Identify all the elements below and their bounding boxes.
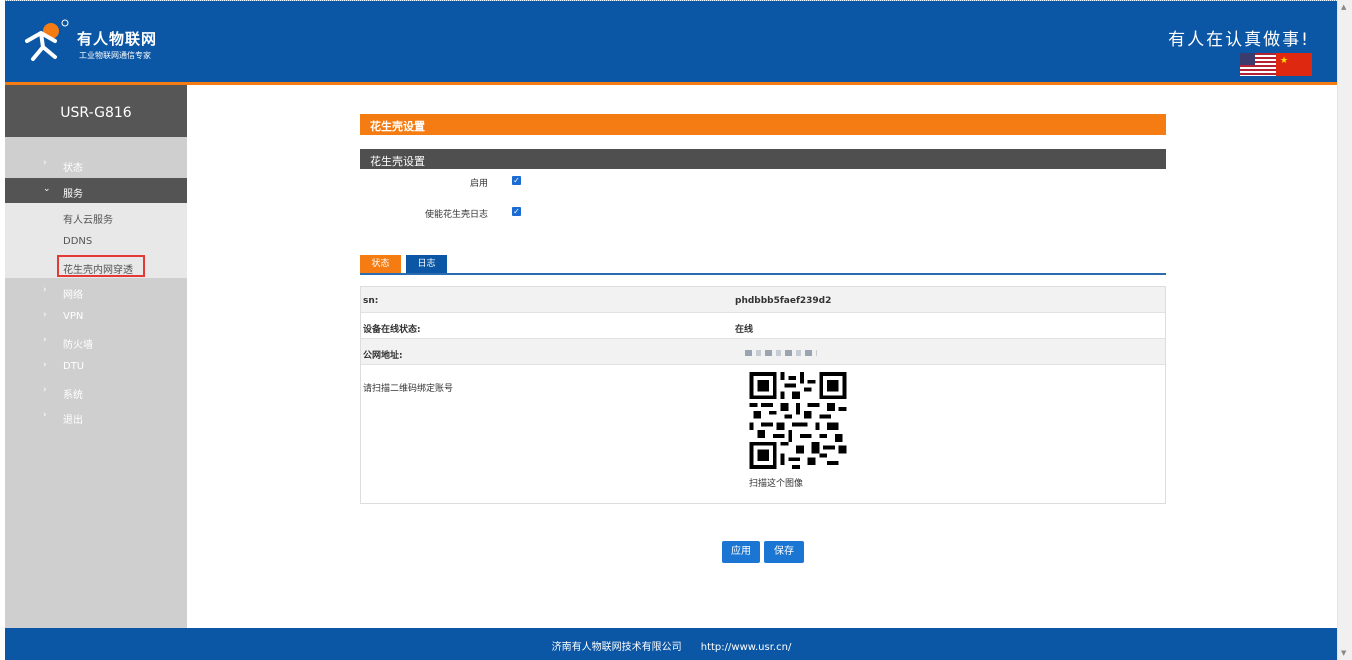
page-title: 花生壳设置 — [370, 120, 425, 133]
chevron-right-icon: › — [43, 335, 47, 345]
section-title: 花生壳设置 — [370, 155, 425, 168]
online-status-value: 在线 — [735, 325, 754, 335]
apply-button[interactable]: 应用 — [722, 541, 760, 563]
sidebar-subitem-ddns[interactable]: DDNS — [5, 228, 187, 253]
log-enable-label: 使能花生壳日志 — [424, 210, 488, 220]
device-model-box: USR-G816 — [5, 85, 187, 137]
sidebar-item-label: 状态 — [63, 163, 83, 174]
table-row: 公网地址: — [361, 339, 1165, 365]
brand-name: 有人物联网 — [77, 30, 158, 48]
chevron-right-icon: › — [43, 310, 47, 320]
slogan: 有人在认真做事! — [1168, 30, 1310, 50]
sidebar-subitem-label: 有人云服务 — [63, 215, 113, 226]
chevron-down-icon: ⌄ — [43, 184, 51, 194]
selection-highlight — [57, 255, 145, 277]
public-ip-key: 公网地址: — [363, 351, 403, 361]
footer: 济南有人物联网技术有限公司 http://www.usr.cn/ — [5, 628, 1338, 660]
sidebar-item-vpn[interactable]: › VPN — [5, 304, 187, 329]
tab-log[interactable]: 日志 — [406, 255, 447, 273]
sidebar-item-services[interactable]: ⌄ 服务 — [5, 178, 187, 203]
language-flags-icon[interactable]: ★ — [1240, 53, 1312, 76]
top-header: 有人物联网 工业物联网通信专家 有人在认真做事! ★ — [5, 1, 1338, 82]
table-row: 设备在线状态: 在线 — [361, 313, 1165, 339]
qr-instruction: 请扫描二维码绑定账号 — [363, 384, 454, 394]
sidebar-item-label: 系统 — [63, 390, 83, 401]
sidebar-item-logout[interactable]: › 退出 — [5, 404, 187, 429]
brand-tagline: 工业物联网通信专家 — [79, 51, 151, 60]
tab-status[interactable]: 状态 — [360, 255, 401, 273]
sidebar-subitem-label: DDNS — [63, 236, 93, 247]
sidebar-subitem-cloud-service[interactable]: 有人云服务 — [5, 203, 187, 228]
chevron-right-icon: › — [43, 285, 47, 295]
save-button[interactable]: 保存 — [764, 541, 804, 563]
device-model: USR-G816 — [60, 105, 132, 121]
sidebar-item-dtu[interactable]: › DTU — [5, 354, 187, 379]
sn-key: sn: — [363, 296, 379, 306]
chevron-right-icon: › — [43, 385, 47, 395]
enable-checkbox[interactable]: ✓ — [512, 176, 521, 185]
sidebar-item-label: DTU — [63, 361, 85, 372]
log-enable-checkbox[interactable]: ✓ — [512, 207, 521, 216]
chevron-right-icon: › — [43, 360, 47, 370]
sidebar-item-network[interactable]: › 网络 — [5, 279, 187, 304]
footer-url[interactable]: http://www.usr.cn/ — [701, 642, 792, 653]
sidebar-item-label: 服务 — [63, 189, 83, 200]
sidebar-item-status[interactable]: › 状态 — [5, 152, 187, 177]
tab-bar: 状态 日志 — [360, 255, 1166, 275]
public-ip-redacted — [745, 350, 817, 356]
chevron-right-icon: › — [43, 410, 47, 420]
status-table: sn: phdbbb5faef239d2 设备在线状态: 在线 公网地址: 请扫… — [360, 286, 1166, 504]
qr-caption: 扫描这个图像 — [749, 479, 804, 489]
main-content: 花生壳设置 花生壳设置 启用 ✓ 使能花生壳日志 ✓ 状态 日志 sn: phd… — [187, 85, 1338, 628]
sidebar-item-system[interactable]: › 系统 — [5, 379, 187, 404]
table-row: sn: phdbbb5faef239d2 — [361, 287, 1165, 313]
online-status-key: 设备在线状态: — [363, 325, 421, 335]
footer-text: 济南有人物联网技术有限公司 http://www.usr.cn/ — [5, 638, 1338, 653]
footer-company: 济南有人物联网技术有限公司 — [551, 642, 682, 653]
sidebar-item-label: 网络 — [63, 290, 83, 301]
sn-value: phdbbb5faef239d2 — [735, 296, 832, 306]
sidebar-item-label: 防火墙 — [63, 340, 93, 351]
scroll-up-icon[interactable]: ▲ — [1341, 3, 1346, 11]
page-title-bar: 花生壳设置 — [360, 114, 1166, 135]
qr-code-icon — [749, 372, 847, 469]
logo-icon — [25, 19, 69, 61]
section-header: 花生壳设置 — [360, 149, 1166, 169]
scroll-down-icon[interactable]: ▼ — [1341, 649, 1346, 657]
enable-label: 启用 — [469, 179, 488, 189]
chevron-right-icon: › — [43, 158, 47, 168]
sidebar-item-label: 退出 — [63, 415, 83, 426]
vertical-scrollbar[interactable]: ▲ ▼ — [1337, 0, 1352, 660]
sidebar: USR-G816 › 状态 ⌄ 服务 有人云服务 DDNS 花生壳内网穿透 › … — [5, 85, 187, 628]
sidebar-item-firewall[interactable]: › 防火墙 — [5, 329, 187, 354]
svg-text:★: ★ — [1280, 56, 1288, 66]
sidebar-item-label: VPN — [63, 311, 84, 322]
